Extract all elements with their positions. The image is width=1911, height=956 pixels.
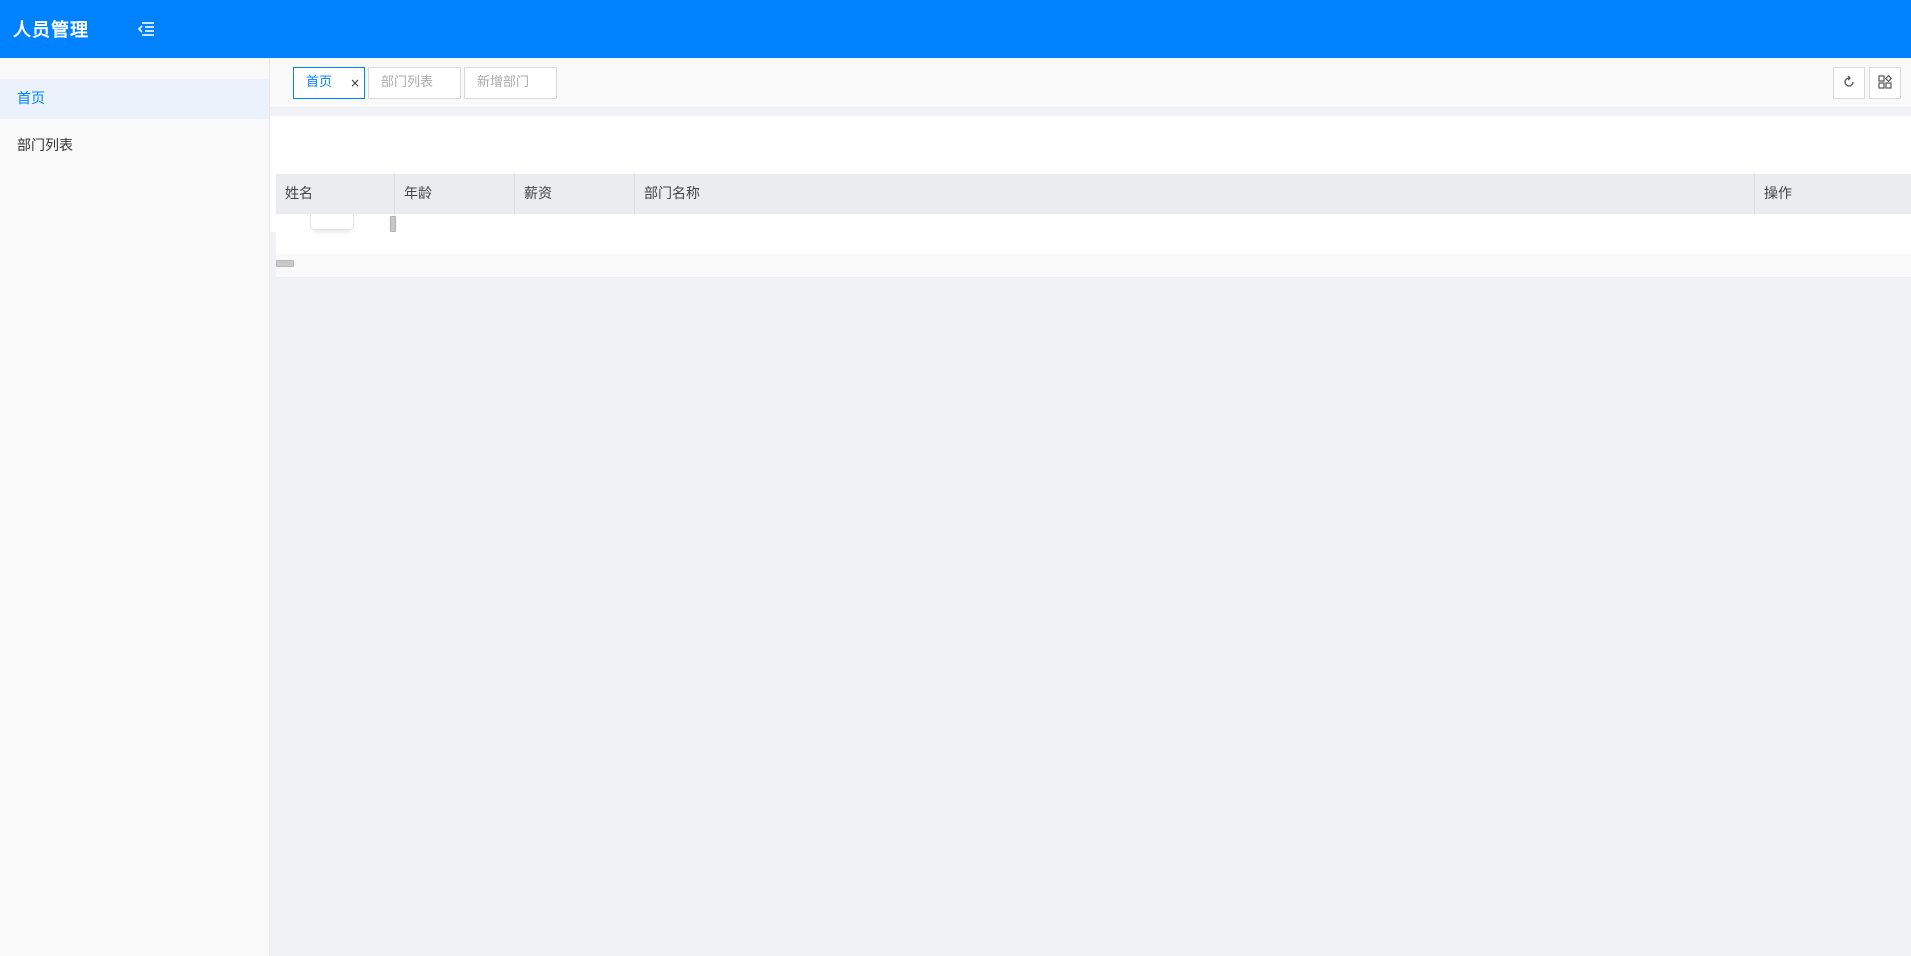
- empty-state-icon: [310, 214, 354, 230]
- table-footer: [276, 254, 1911, 278]
- table-body: [276, 214, 1911, 254]
- sidebar: 首页 部门列表: [0, 58, 270, 956]
- top-header: 人员管理: [0, 0, 1911, 58]
- vertical-scrollbar[interactable]: [390, 216, 396, 232]
- sidebar-item-department-list[interactable]: 部门列表: [0, 126, 269, 166]
- data-table: 姓名 年龄 薪资 部门名称 操作: [276, 174, 1911, 278]
- app-title: 人员管理: [13, 20, 89, 41]
- column-header-department[interactable]: 部门名称: [635, 174, 1755, 214]
- column-header-name[interactable]: 姓名: [276, 174, 395, 214]
- sidebar-item-home[interactable]: 首页: [0, 79, 269, 119]
- column-header-salary[interactable]: 薪资: [515, 174, 635, 214]
- table-area: 姓名 年龄 薪资 部门名称 操作: [270, 58, 1911, 956]
- column-header-actions[interactable]: 操作: [1755, 174, 1911, 214]
- table-header: 姓名 年龄 薪资 部门名称 操作: [276, 174, 1911, 214]
- menu-fold-icon[interactable]: [136, 20, 156, 38]
- column-header-age[interactable]: 年龄: [395, 174, 515, 214]
- horizontal-scrollbar[interactable]: [276, 260, 294, 267]
